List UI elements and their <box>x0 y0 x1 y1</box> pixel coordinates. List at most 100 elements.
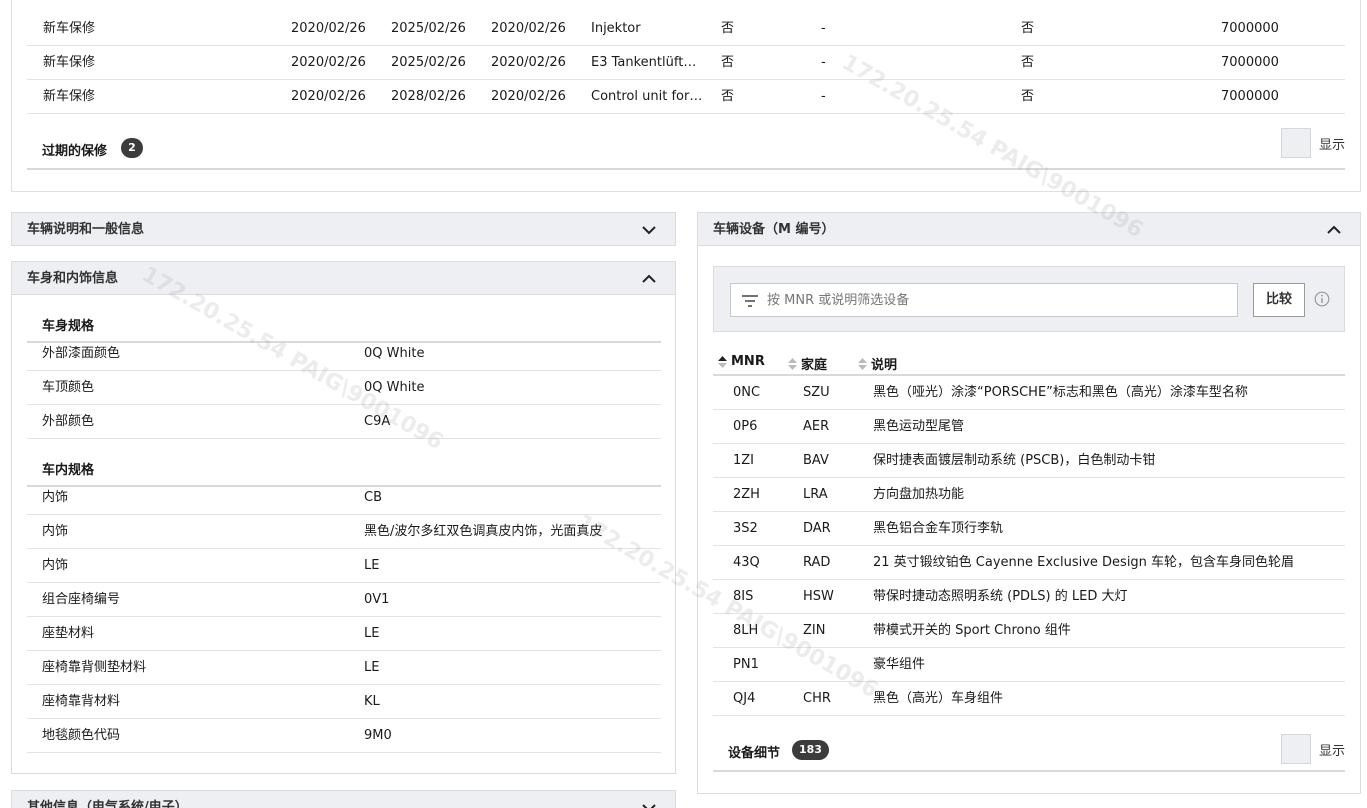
spec-value: 0Q White <box>364 380 425 395</box>
show-label: 显示 <box>1318 743 1345 759</box>
spec-label: 外部漆面颜色 <box>42 346 121 361</box>
equipment-mnr: QJ4 <box>733 691 756 706</box>
warranty-end: 2025/02/26 <box>391 55 466 70</box>
equipment-filter-field[interactable] <box>730 283 1238 317</box>
warranty-type: 新车保修 <box>43 55 96 70</box>
equipment-table-header: MNR 家庭 说明 <box>713 348 1345 376</box>
other-info-panel-header[interactable]: 其他信息（电气系统/电子） <box>11 790 676 808</box>
equipment-mnr: 8IS <box>733 589 754 604</box>
spec-row: 组合座椅编号 0V1 <box>27 583 661 617</box>
equipment-details-title: 设备细节 <box>728 746 781 761</box>
spec-row: 内饰 黑色/波尔多红双色调真皮内饰，光面真皮 <box>27 515 661 549</box>
warranty-reg: 2020/02/26 <box>491 55 566 70</box>
spec-label: 内饰 <box>42 558 69 573</box>
equipment-row[interactable]: 0NC SZU 黑色（哑光）涂漆“PORSCHE”标志和黑色（高光）涂漆车型名称 <box>713 376 1345 410</box>
equipment-row[interactable]: 8LH ZIN 带模式开关的 Sport Chrono 组件 <box>713 614 1345 648</box>
equipment-mnr: 2ZH <box>733 487 760 502</box>
equipment-mnr: 0NC <box>733 385 761 400</box>
column-header-family[interactable]: 家庭 <box>788 354 827 373</box>
warranty-type: 新车保修 <box>43 89 96 104</box>
equipment-family: SZU <box>803 385 830 400</box>
warranty-flag1: 否 <box>721 89 735 104</box>
spec-label: 座垫材料 <box>42 626 95 641</box>
spec-label: 内饰 <box>42 490 69 505</box>
show-checkbox[interactable] <box>1280 734 1311 764</box>
equipment-row[interactable]: 8IS HSW 带保时捷动态照明系统 (PDLS) 的 LED 大灯 <box>713 580 1345 614</box>
info-icon[interactable] <box>1314 291 1330 307</box>
equipment-details-section: 设备细节 183 显示 <box>713 734 1345 772</box>
warranty-dash: - <box>821 21 826 36</box>
column-header-desc[interactable]: 说明 <box>858 354 897 373</box>
chevron-down-icon[interactable] <box>641 801 657 808</box>
spec-row: 地毯颜色代码 9M0 <box>27 719 661 753</box>
spec-row: 外部漆面颜色 0Q White <box>27 337 661 371</box>
equipment-details-count-badge: 183 <box>792 740 829 760</box>
spec-value: C9A <box>364 414 391 429</box>
spec-label: 座椅靠背材料 <box>42 694 121 709</box>
warranty-row: 新车保修 2020/02/26 2028/02/26 2020/02/26 Contro… <box>27 80 1345 114</box>
sort-icon <box>858 357 867 370</box>
spec-value: LE <box>364 626 380 641</box>
equipment-family: DAR <box>803 521 831 536</box>
warranty-flag1: 否 <box>721 55 735 70</box>
spec-value: LE <box>364 558 380 573</box>
filter-area: 比较 <box>713 266 1345 332</box>
spec-row: 座椅靠背材料 KL <box>27 685 661 719</box>
warranty-component: E3 Tankentlüftung <box>591 55 703 70</box>
equipment-panel-header[interactable]: 车辆设备（M 编号） <box>697 212 1361 246</box>
warranty-dash: - <box>821 55 826 70</box>
show-label: 显示 <box>1318 137 1345 153</box>
spec-row: 座椅靠背侧垫材料 LE <box>27 651 661 685</box>
spec-value: CB <box>364 490 382 505</box>
equipment-row[interactable]: 0P6 AER 黑色运动型尾管 <box>713 410 1345 444</box>
equipment-mnr: 43Q <box>733 555 760 570</box>
equipment-desc: 黑色（哑光）涂漆“PORSCHE”标志和黑色（高光）涂漆车型名称 <box>873 385 1248 400</box>
equipment-row[interactable]: 2ZH LRA 方向盘加热功能 <box>713 478 1345 512</box>
equipment-mnr: 3S2 <box>733 521 758 536</box>
expired-warranty-section: 过期的保修 2 显示 <box>27 128 1345 170</box>
body-interior-panel-header[interactable]: 车身和内饰信息 <box>11 261 676 295</box>
equipment-title: 车辆设备（M 编号） <box>713 222 835 237</box>
equipment-desc: 豪华组件 <box>873 657 926 672</box>
equipment-row[interactable]: 43Q RAD 21 英寸锻纹铂色 Cayenne Exclusive Design… <box>713 546 1345 580</box>
warranty-start: 2020/02/26 <box>291 21 366 36</box>
equipment-row[interactable]: PN1 豪华组件 <box>713 648 1345 682</box>
equipment-desc: 方向盘加热功能 <box>873 487 965 502</box>
show-checkbox[interactable] <box>1280 128 1311 158</box>
equipment-row[interactable]: 1ZI BAV 保时捷表面镀层制动系统 (PSCB)，白色制动卡钳 <box>713 444 1345 478</box>
compare-button[interactable]: 比较 <box>1253 283 1305 317</box>
chevron-up-icon[interactable] <box>1326 223 1342 237</box>
equipment-filter-input[interactable] <box>767 284 1227 316</box>
spec-row: 内饰 CB <box>27 481 661 515</box>
chevron-down-icon[interactable] <box>641 223 657 237</box>
chevron-up-icon[interactable] <box>641 272 657 286</box>
equipment-desc: 黑色（高光）车身组件 <box>873 691 1004 706</box>
spec-row: 外部颜色 C9A <box>27 405 661 439</box>
body-interior-title: 车身和内饰信息 <box>27 271 119 286</box>
sort-asc-icon <box>718 355 727 368</box>
warranty-type: 新车保修 <box>43 21 96 36</box>
spec-value: 黑色/波尔多红双色调真皮内饰，光面真皮 <box>364 524 603 539</box>
equipment-desc: 黑色铝合金车顶行李轨 <box>873 521 1004 536</box>
equipment-desc: 21 英寸锻纹铂色 Cayenne Exclusive Design 车轮，包含… <box>873 555 1295 570</box>
details-show-toggle[interactable]: 显示 <box>1280 734 1345 764</box>
warranty-dash: - <box>821 89 826 104</box>
equipment-mnr: 8LH <box>733 623 759 638</box>
spec-value: 0V1 <box>364 592 390 607</box>
equipment-row[interactable]: QJ4 CHR 黑色（高光）车身组件 <box>713 682 1345 716</box>
equipment-mnr: 1ZI <box>733 453 755 468</box>
spec-row: 座垫材料 LE <box>27 617 661 651</box>
warranty-flag1: 否 <box>721 21 735 36</box>
column-header-desc-label: 说明 <box>871 358 898 373</box>
warranty-end: 2028/02/26 <box>391 89 466 104</box>
expired-show-toggle[interactable]: 显示 <box>1280 128 1345 158</box>
general-info-panel-header[interactable]: 车辆说明和一般信息 <box>11 212 676 246</box>
equipment-desc: 黑色运动型尾管 <box>873 419 965 434</box>
warranty-flag2: 否 <box>1021 21 1035 36</box>
spec-label: 车顶颜色 <box>42 380 95 395</box>
column-header-family-label: 家庭 <box>801 358 828 373</box>
warranty-end: 2025/02/26 <box>391 21 466 36</box>
column-header-mnr[interactable]: MNR <box>718 354 765 369</box>
equipment-row[interactable]: 3S2 DAR 黑色铝合金车顶行李轨 <box>713 512 1345 546</box>
warranty-start: 2020/02/26 <box>291 89 366 104</box>
